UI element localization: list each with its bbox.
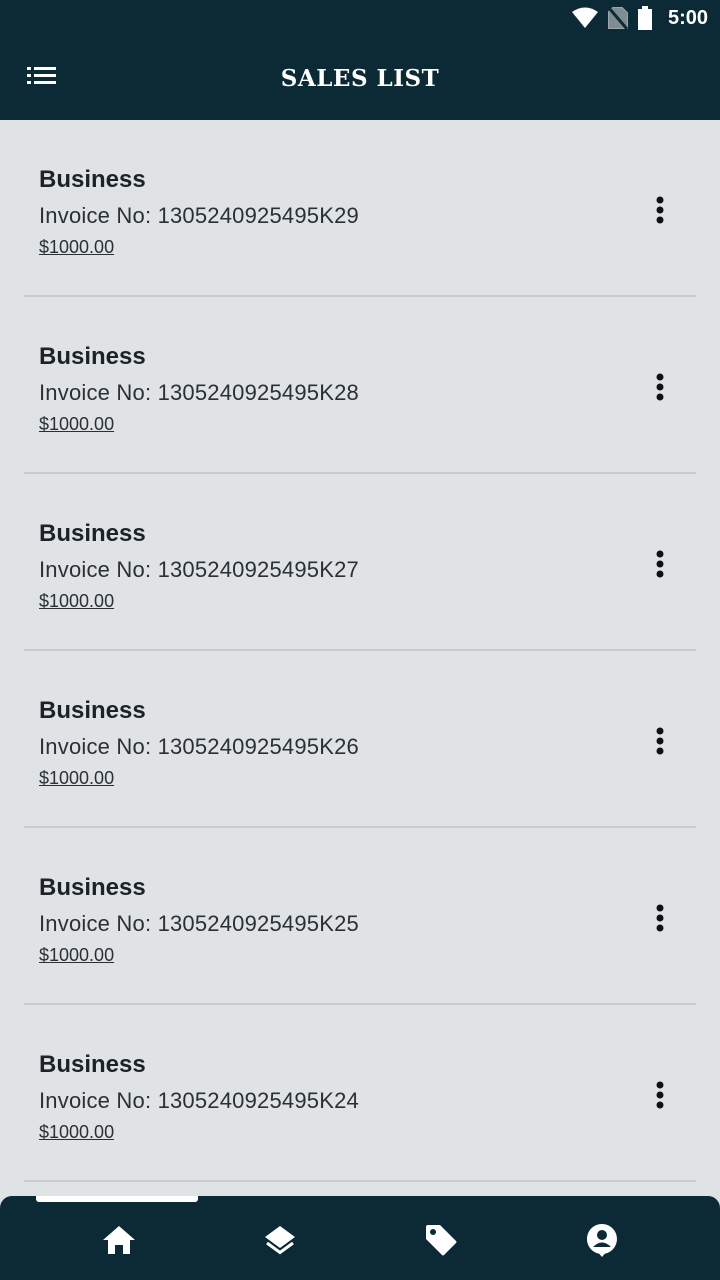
more-options-button[interactable] xyxy=(644,544,676,588)
list-item[interactable]: Business Invoice No: 1305240925495K25 $1… xyxy=(24,828,696,1005)
more-options-button[interactable] xyxy=(644,367,676,411)
app-screen: 5:00 SALES LIST Business Invoice No: 130… xyxy=(0,0,720,1280)
more-options-button[interactable] xyxy=(644,898,676,942)
layers-icon xyxy=(264,1224,296,1261)
item-invoice-number: Invoice No: 1305240925495K25 xyxy=(39,911,359,936)
status-time: 5:00 xyxy=(667,6,708,29)
list-item[interactable]: Business Invoice No: 1305240925495K28 $1… xyxy=(24,297,696,474)
item-amount-link[interactable]: $1000.00 xyxy=(39,768,114,789)
item-amount-link[interactable]: $1000.00 xyxy=(39,591,114,612)
list-item[interactable]: Business Invoice No: 1305240925495K27 $1… xyxy=(24,474,696,651)
wifi-icon xyxy=(571,7,598,29)
list-item[interactable]: Business Invoice No: 1305240925495K24 $1… xyxy=(24,1005,696,1182)
list-menu-icon xyxy=(27,66,57,91)
nav-tags-button[interactable] xyxy=(401,1212,481,1272)
nav-home-button[interactable] xyxy=(79,1212,159,1272)
item-title: Business xyxy=(39,520,146,547)
list-item[interactable]: Business Invoice No: 1305240925495K26 $1… xyxy=(24,651,696,828)
item-title: Business xyxy=(39,874,146,901)
list-item[interactable]: Business Invoice No: 1305240925495K29 $1… xyxy=(24,120,696,297)
more-options-button[interactable] xyxy=(644,721,676,765)
item-title: Business xyxy=(39,697,146,724)
app-bar: SALES LIST xyxy=(0,36,720,120)
bottom-nav xyxy=(0,1196,720,1280)
item-title: Business xyxy=(39,343,146,370)
item-amount-link[interactable]: $1000.00 xyxy=(39,414,114,435)
more-vert-icon xyxy=(656,1081,664,1114)
no-sim-icon xyxy=(607,6,628,30)
more-options-button[interactable] xyxy=(644,1075,676,1119)
item-title: Business xyxy=(39,166,146,193)
tag-icon xyxy=(424,1223,458,1262)
more-vert-icon xyxy=(656,727,664,760)
item-invoice-number: Invoice No: 1305240925495K26 xyxy=(39,734,359,759)
battery-icon xyxy=(637,6,652,30)
active-tab-indicator xyxy=(36,1196,198,1202)
page-title: SALES LIST xyxy=(280,64,440,92)
item-invoice-number: Invoice No: 1305240925495K27 xyxy=(39,557,359,582)
sales-list: Business Invoice No: 1305240925495K29 $1… xyxy=(24,120,696,1182)
nav-layers-button[interactable] xyxy=(240,1212,320,1272)
more-vert-icon xyxy=(656,904,664,937)
item-amount-link[interactable]: $1000.00 xyxy=(39,945,114,966)
item-amount-link[interactable]: $1000.00 xyxy=(39,1122,114,1143)
item-invoice-number: Invoice No: 1305240925495K24 xyxy=(39,1088,359,1113)
more-vert-icon xyxy=(656,550,664,583)
status-bar: 5:00 xyxy=(0,0,720,36)
item-title: Business xyxy=(39,1051,146,1078)
item-amount-link[interactable]: $1000.00 xyxy=(39,237,114,258)
home-icon xyxy=(102,1225,136,1260)
account-icon xyxy=(586,1223,618,1262)
menu-button[interactable] xyxy=(20,56,64,100)
more-vert-icon xyxy=(656,373,664,406)
more-vert-icon xyxy=(656,196,664,229)
item-invoice-number: Invoice No: 1305240925495K28 xyxy=(39,380,359,405)
more-options-button[interactable] xyxy=(644,190,676,234)
nav-account-button[interactable] xyxy=(562,1212,642,1272)
item-invoice-number: Invoice No: 1305240925495K29 xyxy=(39,203,359,228)
